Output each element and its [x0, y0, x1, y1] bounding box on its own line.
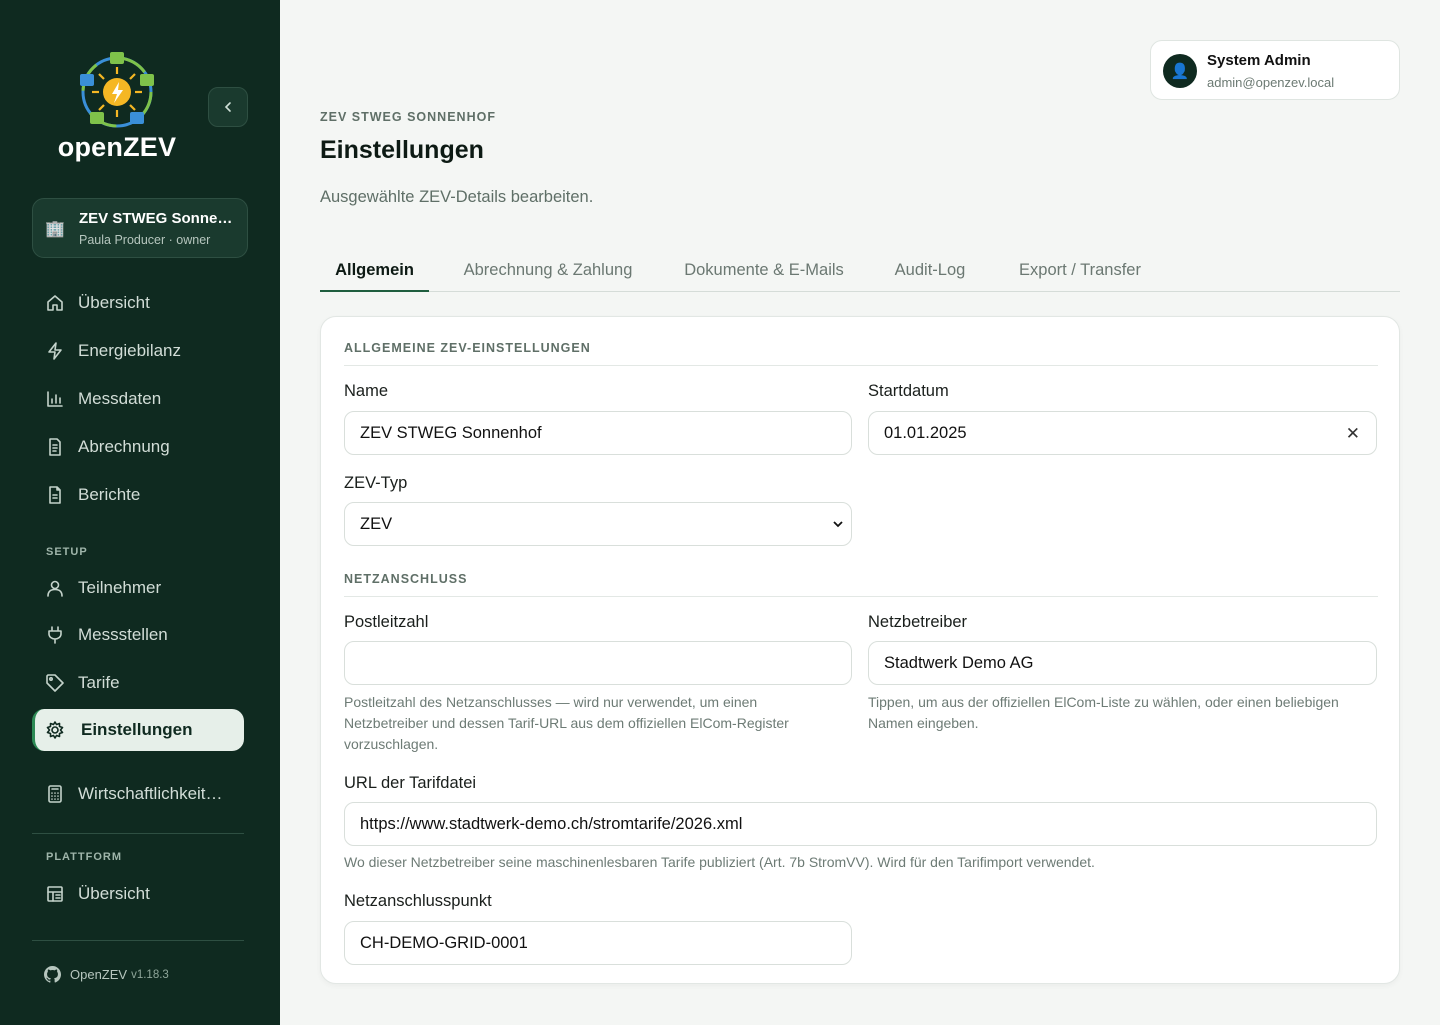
sidebar: openZEV 🏢 ZEV STWEG Sonnenhof Paula Prod…: [0, 0, 280, 1025]
tab-audit-log[interactable]: Audit-Log: [885, 248, 975, 292]
connection-point-input[interactable]: CH-DEMO-GRID-0001: [344, 921, 852, 965]
sun-logo-icon: [80, 52, 154, 128]
general-section-heading: ALLGEMEINE ZEV-EINSTELLUNGEN: [344, 341, 1378, 366]
setup-section-label: SETUP: [46, 546, 88, 558]
operator-label: Netzbetreiber: [868, 613, 968, 631]
dashboard-icon: [47, 886, 63, 902]
nav-item-label: Übersicht: [78, 293, 150, 312]
clear-icon[interactable]: ✕: [1346, 424, 1360, 444]
nav-item-wirtschaftlichkeit[interactable]: Wirtschaftlichkeitsrechner: [32, 773, 244, 815]
nav-item-label: Einstellungen: [81, 720, 193, 739]
nav-item-messstellen[interactable]: Messstellen: [32, 614, 244, 656]
settings-tabs: Allgemein Abrechnung & Zahlung Dokumente…: [320, 248, 1400, 292]
nav-item-tarife[interactable]: Tarife: [32, 662, 244, 704]
nav-item-platform-uebersicht[interactable]: Übersicht: [32, 873, 244, 915]
nav-item-label: Abrechnung: [78, 437, 170, 456]
nav-item-label: Tarife: [78, 673, 120, 692]
page-subtitle: Ausgewählte ZEV-Details bearbeiten.: [320, 188, 594, 206]
nav-item-berichte[interactable]: Berichte: [32, 474, 244, 516]
start-date-label: Startdatum: [868, 382, 949, 400]
operator-input[interactable]: Stadtwerk Demo AG: [868, 641, 1377, 685]
nav-item-einstellungen[interactable]: Einstellungen: [32, 709, 244, 751]
settings-panel: ALLGEMEINE ZEV-EINSTELLUNGEN Name ZEV ST…: [320, 316, 1400, 984]
tab-allgemein[interactable]: Allgemein: [320, 248, 429, 292]
zev-type-label: ZEV-Typ: [344, 474, 408, 492]
user-menu[interactable]: 👤 System Admin admin@openzev.local: [1150, 40, 1400, 100]
github-icon: [44, 966, 61, 983]
bolt-icon: [48, 342, 62, 360]
tab-export-transfer[interactable]: Export / Transfer: [1008, 248, 1152, 292]
logo-text: openZEV: [57, 132, 177, 162]
footer-name: OpenZEV: [70, 967, 128, 982]
tab-abrechnung-zahlung[interactable]: Abrechnung & Zahlung: [453, 248, 643, 292]
chevron-left-icon: [224, 102, 231, 112]
platform-section-label: PLATTFORM: [46, 851, 123, 863]
bar-chart-icon: [47, 391, 63, 407]
zip-input[interactable]: [344, 641, 852, 685]
chevron-down-icon: [833, 521, 843, 528]
zev-selector-subtitle: Paula Producer · owner: [79, 233, 211, 247]
tag-icon: [46, 674, 64, 692]
zev-type-select[interactable]: ZEV: [344, 502, 852, 546]
nav-item-label: Messdaten: [78, 389, 162, 408]
building-icon: 🏢: [45, 221, 65, 238]
nav-item-label: Berichte: [78, 485, 141, 504]
home-icon: [47, 295, 63, 311]
name-input[interactable]: ZEV STWEG Sonnenhof: [344, 411, 852, 455]
nav-item-label: Wirtschaftlichkeitsrechner: [78, 784, 230, 803]
tariff-url-help-text: Wo dieser Netzbetreiber seine maschinenl…: [344, 854, 1095, 870]
operator-help-text: Tippen, um aus der offiziellen ElCom-Lis…: [868, 694, 1339, 731]
openzev-logo[interactable]: openZEV: [52, 50, 182, 165]
user-icon: [47, 580, 63, 597]
zip-label: Postleitzahl: [344, 613, 429, 631]
calculator-icon: [48, 785, 62, 803]
start-date-value: 01.01.2025: [884, 423, 967, 442]
invoice-icon: [49, 438, 61, 456]
user-avatar-icon: 👤: [1170, 63, 1190, 80]
name-label: Name: [344, 382, 389, 400]
page-title: Einstellungen: [320, 136, 484, 164]
nav-item-teilnehmer[interactable]: Teilnehmer: [32, 567, 244, 609]
zev-selector-title: ZEV STWEG Sonnenhof: [79, 210, 237, 227]
user-name: System Admin: [1207, 52, 1311, 69]
grid-section-heading: NETZANSCHLUSS: [344, 572, 1378, 597]
avatar: 👤: [1163, 54, 1197, 88]
nav-item-label: Teilnehmer: [78, 578, 162, 597]
nav-item-label: Messstellen: [78, 625, 168, 644]
page-eyebrow: ZEV STWEG SONNENHOF: [320, 110, 496, 124]
document-icon: [49, 486, 61, 504]
start-date-input[interactable]: 01.01.2025 ✕: [868, 411, 1377, 455]
sidebar-divider: [32, 940, 244, 941]
plug-icon: [48, 626, 62, 644]
tab-dokumente-emails[interactable]: Dokumente & E-Mails: [674, 248, 854, 292]
nav-item-label: Energiebilanz: [78, 341, 182, 360]
nav-item-label: Übersicht: [78, 884, 150, 903]
nav-item-abrechnung[interactable]: Abrechnung: [32, 426, 244, 468]
sidebar-divider: [32, 833, 244, 834]
footer-github-link[interactable]: OpenZEV v1.18.3: [44, 966, 169, 983]
zev-selector[interactable]: 🏢 ZEV STWEG Sonnenhof Paula Producer · o…: [32, 198, 248, 258]
zev-type-value: ZEV: [360, 514, 393, 533]
nav-item-energiebilanz[interactable]: Energiebilanz: [32, 330, 244, 372]
user-email: admin@openzev.local: [1207, 75, 1335, 90]
settings-icon: [46, 721, 64, 739]
footer-version: v1.18.3: [131, 968, 169, 981]
collapse-sidebar-button[interactable]: [208, 87, 248, 127]
nav-item-uebersicht[interactable]: Übersicht: [32, 282, 244, 324]
nav-item-messdaten[interactable]: Messdaten: [32, 378, 244, 420]
tariff-url-input[interactable]: https://www.stadtwerk-demo.ch/stromtarif…: [344, 802, 1377, 846]
zip-help-text: Postleitzahl des Netzanschlusses — wird …: [344, 694, 789, 752]
tariff-url-label: URL der Tarifdatei: [344, 774, 477, 792]
connection-point-label: Netzanschlusspunkt: [344, 892, 492, 910]
